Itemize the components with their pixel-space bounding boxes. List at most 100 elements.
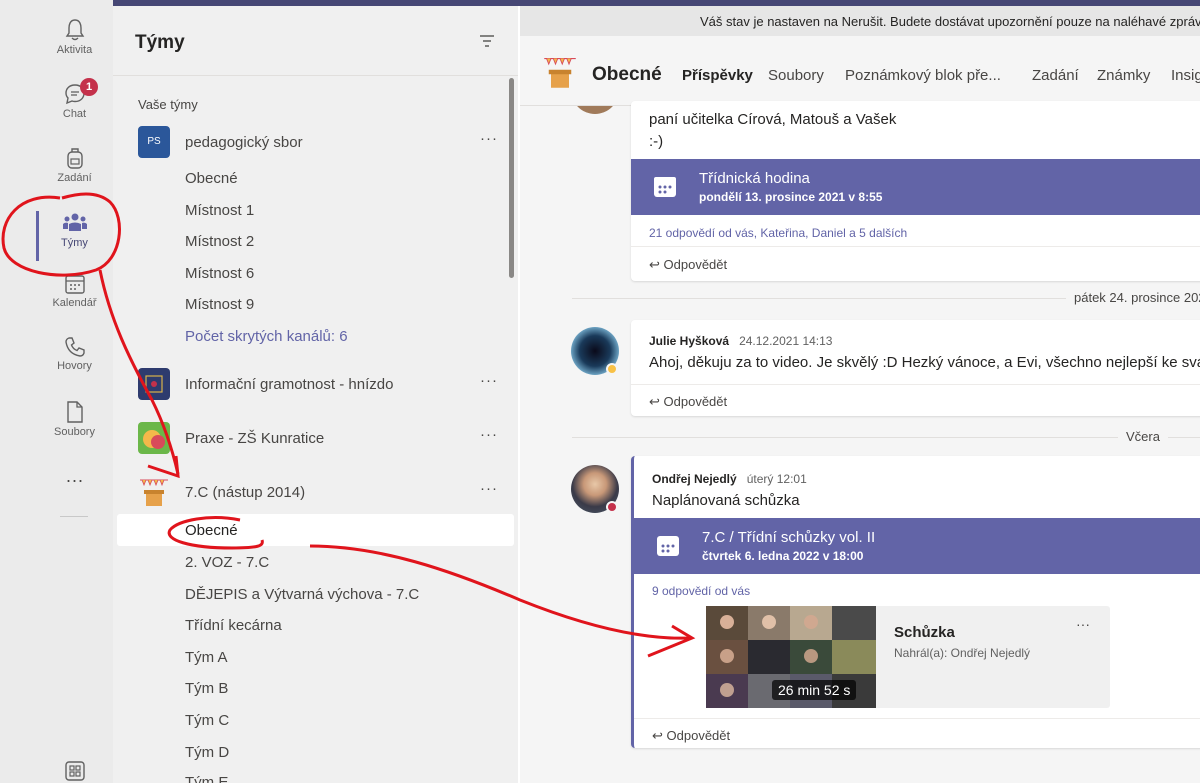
channel-item[interactable]: Třídní kecárna: [185, 617, 282, 634]
dnd-notice: Váš stav je nastaven na Nerušit. Budete …: [520, 6, 1200, 36]
rail-label-calls: Hovory: [57, 360, 92, 372]
team-avatar: PS: [138, 126, 170, 158]
rail-label-teams: Týmy: [61, 237, 88, 249]
post-card: Julie Hyšková 24.12.2021 14:13 Ahoj, děk…: [631, 320, 1200, 416]
tab-notebook[interactable]: Poznámkový blok pře...: [845, 67, 1001, 84]
rail-item-teams[interactable]: Týmy: [36, 205, 113, 265]
team-praxe-kunratice[interactable]: Praxe - ZŠ Kunratice ···: [138, 422, 508, 456]
channel-item[interactable]: Místnost 1: [185, 202, 254, 219]
reply-button[interactable]: ↩ Odpovědět: [652, 728, 730, 744]
team-more-button[interactable]: ···: [480, 426, 498, 443]
presence-away-icon: [606, 363, 618, 375]
file-icon: [66, 401, 83, 423]
team-name: 7.C (nástup 2014): [185, 484, 306, 501]
recording-card[interactable]: 26 min 52 s Schůzka Nahrál(a): Ondřej Ne…: [706, 606, 1110, 708]
teams-pane-scrollbar[interactable]: [509, 78, 514, 278]
bell-icon: [65, 19, 84, 41]
tab-insights[interactable]: Insights: [1171, 67, 1200, 84]
channel-item[interactable]: Místnost 6: [185, 265, 254, 282]
team-name: pedagogický sbor: [185, 134, 303, 151]
team-more-button[interactable]: ···: [480, 480, 498, 497]
rail-item-chat[interactable]: 1 Chat: [36, 78, 113, 142]
team-more-button[interactable]: ···: [480, 130, 498, 147]
channel-item[interactable]: Tým E: [185, 774, 228, 783]
date-divider-label: Včera: [1118, 429, 1168, 444]
rail-label-calendar: Kalendář: [52, 297, 97, 309]
channel-item[interactable]: DĚJEPIS a Výtvarná výchova - 7.C: [185, 586, 419, 603]
backpack-icon: [66, 148, 83, 169]
channel-item[interactable]: Tým D: [185, 744, 229, 761]
post-meta: Ondřej Nejedlý úterý 12:01: [652, 472, 807, 486]
date-divider-label: pátek 24. prosince 2021: [1066, 290, 1200, 305]
meeting-title: 7.C / Třídní schůzky vol. II: [702, 529, 876, 546]
post-author: Ondřej Nejedlý: [652, 472, 737, 486]
meeting-date: čtvrtek 6. ledna 2022 v 18:00: [702, 549, 864, 563]
tab-assignments[interactable]: Zadání: [1032, 67, 1079, 84]
presence-dnd-icon: [606, 501, 618, 513]
chat-badge: 1: [80, 78, 98, 96]
tab-posts[interactable]: Příspěvky: [682, 67, 753, 84]
calendar-icon: [657, 536, 679, 556]
rail-item-activity[interactable]: Aktivita: [36, 18, 113, 78]
channel-item[interactable]: Místnost 9: [185, 296, 254, 313]
tab-grades[interactable]: Známky: [1097, 67, 1150, 84]
channel-main: Váš stav je nastaven na Nerušit. Budete …: [520, 6, 1200, 783]
selected-channel-highlight: [117, 514, 514, 546]
more-icon: ···: [65, 470, 84, 490]
your-teams-label: Vaše týmy: [138, 97, 198, 112]
reply-button[interactable]: ↩ Odpovědět: [649, 257, 727, 273]
channel-item[interactable]: Obecné: [185, 170, 238, 187]
reply-divider: [631, 384, 1200, 385]
channel-item[interactable]: Tým C: [185, 712, 229, 729]
meeting-card[interactable]: Třídnická hodina pondělí 13. prosince 20…: [631, 159, 1200, 215]
calendar-icon: [64, 275, 85, 294]
post-text: paní učitelka Círová, Matouš a Vašek: [649, 111, 897, 128]
date-divider: [572, 437, 1200, 438]
team-7c[interactable]: 7.C (nástup 2014) ···: [138, 476, 508, 510]
rail-item-files[interactable]: Soubory: [36, 400, 113, 460]
filter-icon[interactable]: [479, 34, 495, 48]
rail-item-assignments[interactable]: Zadání: [36, 146, 113, 206]
calendar-icon: [654, 177, 676, 197]
rail-apps-button[interactable]: [36, 760, 113, 783]
post-author: Julie Hyšková: [649, 334, 730, 348]
tab-files[interactable]: Soubory: [768, 67, 824, 84]
replies-link[interactable]: 9 odpovědí od vás: [652, 584, 750, 598]
hidden-channels-link[interactable]: Počet skrytých kanálů: 6: [185, 328, 348, 345]
team-pedagogicky-sbor[interactable]: PS pedagogický sbor ···: [138, 126, 508, 160]
teams-pane-header: Týmy: [113, 6, 518, 76]
phone-icon: [64, 337, 85, 357]
reply-icon: ↩: [652, 728, 667, 743]
rail-label-assignments: Zadání: [57, 172, 92, 184]
rail-label-chat: Chat: [62, 108, 87, 120]
channel-item[interactable]: Tým B: [185, 680, 228, 697]
team-avatar: [138, 476, 170, 508]
recording-more-button[interactable]: ···: [1076, 616, 1090, 632]
reply-label: Odpovědět: [666, 728, 731, 743]
post-time: úterý 12:01: [746, 472, 807, 486]
reply-label: Odpovědět: [663, 257, 728, 272]
team-name: Praxe - ZŠ Kunratice: [185, 430, 325, 447]
replies-link[interactable]: 21 odpovědí od vás, Kateřina, Daniel a 5…: [649, 226, 907, 240]
post-text: :-): [649, 133, 664, 150]
teams-pane: Týmy Vaše týmy PS pedagogický sbor ··· O…: [113, 6, 518, 783]
post-card: paní učitelka Círová, Matouš a Vašek :-)…: [631, 101, 1200, 281]
apps-icon: [64, 761, 85, 781]
channel-avatar: [542, 54, 578, 90]
rail-item-calendar[interactable]: Kalendář: [36, 273, 113, 333]
rail-more-button[interactable]: ···: [36, 470, 113, 530]
post-card: Ondřej Nejedlý úterý 12:01 Naplánovaná s…: [631, 456, 1200, 748]
channel-item[interactable]: 2. VOZ - 7.C: [185, 554, 269, 571]
rail-item-calls[interactable]: Hovory: [36, 336, 113, 396]
channel-item[interactable]: Místnost 2: [185, 233, 254, 250]
meeting-card[interactable]: 7.C / Třídní schůzky vol. II čtvrtek 6. …: [634, 518, 1200, 574]
post-time: 24.12.2021 14:13: [739, 334, 833, 348]
team-informacni-gramotnost[interactable]: Informační gramotnost - hnízdo ···: [138, 368, 508, 402]
rail-separator: [60, 516, 88, 517]
teams-pane-title: Týmy: [135, 32, 185, 53]
channel-item-selected[interactable]: Obecné: [185, 522, 238, 539]
reply-button[interactable]: ↩ Odpovědět: [649, 394, 727, 410]
channel-item[interactable]: Tým A: [185, 649, 228, 666]
team-more-button[interactable]: ···: [480, 372, 498, 389]
recording-thumbnail[interactable]: 26 min 52 s: [706, 606, 876, 708]
